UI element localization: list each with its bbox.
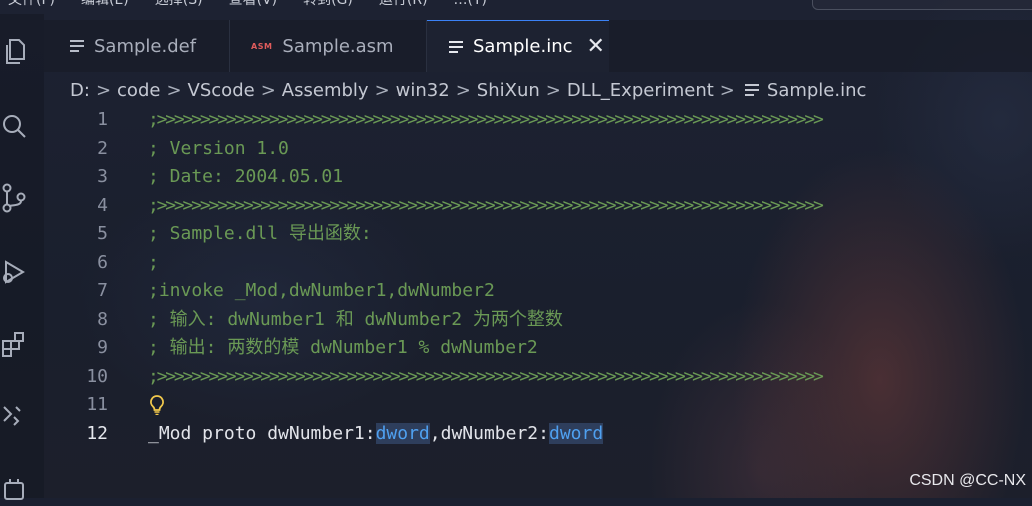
run-debug-icon[interactable] <box>0 254 28 290</box>
code-token: _Mod proto dwNumber1: <box>148 422 376 444</box>
breadcrumb: D: > code > VScode > Assembly > win32 > … <box>70 76 866 104</box>
line-number: 3 <box>97 166 108 187</box>
line-number: 1 <box>97 109 108 130</box>
tab-sample-def[interactable]: Sample.def <box>44 20 230 72</box>
comment-text: ; Sample.dll 导出函数: <box>148 223 372 244</box>
line-number: 9 <box>97 337 108 358</box>
source-control-icon[interactable] <box>0 180 28 216</box>
code-line[interactable]: 6 ; <box>44 249 1032 277</box>
breadcrumb-item[interactable]: VScode <box>188 80 255 101</box>
comment-text: ; 输出: 两数的模 dwNumber1 % dwNumber2 <box>148 337 538 358</box>
extensions-icon[interactable] <box>0 326 28 362</box>
code-line[interactable]: 1 ;>>>>>>>>>>>>>>>>>>>>>>>>>>>>>>>>>>>>>… <box>44 106 1032 134</box>
account-icon[interactable] <box>0 470 28 506</box>
menu-item[interactable]: 运行(R) <box>379 0 428 14</box>
menu-item[interactable]: …(T) <box>454 0 487 14</box>
menu-item[interactable]: 查看(V) <box>229 0 278 14</box>
close-icon[interactable]: ✕ <box>587 35 605 58</box>
breadcrumb-item[interactable]: Assembly <box>282 80 369 101</box>
tab-sample-asm[interactable]: ASM Sample.asm <box>231 20 427 72</box>
line-number: 12 <box>86 422 108 444</box>
code-line[interactable]: 8 ; 输入: dwNumber1 和 dwNumber2 为两个整数 <box>44 306 1032 334</box>
code-line[interactable]: 4 ;>>>>>>>>>>>>>>>>>>>>>>>>>>>>>>>>>>>>>… <box>44 192 1032 220</box>
line-number: 5 <box>97 223 108 244</box>
asm-file-icon: ASM <box>251 41 273 51</box>
code-line[interactable]: 3 ; Date: 2004.05.01 <box>44 163 1032 191</box>
line-number: 8 <box>97 308 108 330</box>
code-editor[interactable]: 1 ;>>>>>>>>>>>>>>>>>>>>>>>>>>>>>>>>>>>>>… <box>44 106 1032 498</box>
code-text: _Mod proto dwNumber1:dword,dwNumber2:dwo… <box>148 420 604 448</box>
chevron-right-icon: > <box>260 79 276 101</box>
command-center[interactable] <box>812 0 1032 10</box>
tab-label: Sample.def <box>94 35 197 57</box>
menu-item[interactable]: 文件(F) <box>8 0 55 14</box>
activity-bar <box>0 14 44 500</box>
tab-sample-inc[interactable]: Sample.inc ✕ <box>427 20 609 72</box>
breadcrumb-item[interactable]: code <box>117 80 160 101</box>
code-line[interactable]: 9 ; 输出: 两数的模 dwNumber1 % dwNumber2 <box>44 334 1032 362</box>
lines-file-icon <box>449 40 463 53</box>
code-line[interactable]: 2 ; Version 1.0 <box>44 135 1032 163</box>
code-line-active[interactable]: 12 _Mod proto dwNumber1:dword,dwNumber2:… <box>44 420 1032 448</box>
line-number: 11 <box>86 394 108 415</box>
comment-text: ;>>>>>>>>>>>>>>>>>>>>>>>>>>>>>>>>>>>>>>>… <box>148 365 824 387</box>
line-number: 4 <box>97 194 108 216</box>
code-line[interactable]: 11 <box>44 391 1032 419</box>
line-number: 2 <box>97 137 108 159</box>
line-number: 7 <box>97 280 108 301</box>
watermark: CSDN @CC-NX <box>909 472 1026 489</box>
chevron-right-icon: > <box>166 79 182 101</box>
menu-item[interactable]: 转到(G) <box>303 0 353 14</box>
breadcrumb-item[interactable]: D: <box>70 80 90 101</box>
line-number: 10 <box>86 365 108 387</box>
line-number: 6 <box>97 251 108 273</box>
tab-label: Sample.inc <box>473 36 573 57</box>
comment-text: ; 输入: dwNumber1 和 dwNumber2 为两个整数 <box>148 308 563 330</box>
breadcrumb-item[interactable]: win32 <box>396 80 450 101</box>
code-line[interactable]: 7 ;invoke _Mod,dwNumber1,dwNumber2 <box>44 277 1032 305</box>
chevron-right-icon: > <box>545 79 561 101</box>
chevron-right-icon: > <box>95 79 112 101</box>
search-icon[interactable] <box>0 108 28 144</box>
menu-bar: 文件(F) 编辑(E) 选择(S) 查看(V) 转到(G) 运行(R) …(T) <box>0 0 1032 14</box>
comment-text: ; Date: 2004.05.01 <box>148 166 344 187</box>
breadcrumb-item[interactable]: DLL_Experiment <box>567 80 714 101</box>
code-line[interactable]: 10 ;>>>>>>>>>>>>>>>>>>>>>>>>>>>>>>>>>>>>… <box>44 363 1032 391</box>
comment-text: ;invoke _Mod,dwNumber1,dwNumber2 <box>148 280 495 301</box>
chevron-right-icon: > <box>455 79 471 101</box>
tab-label: Sample.asm <box>282 35 394 57</box>
breadcrumb-item[interactable]: ShiXun <box>477 80 540 101</box>
comment-text: ; Version 1.0 <box>148 137 289 159</box>
comment-text: ;>>>>>>>>>>>>>>>>>>>>>>>>>>>>>>>>>>>>>>>… <box>148 194 824 216</box>
menu-item[interactable]: 选择(S) <box>155 0 203 14</box>
keyword-token: dword <box>548 422 604 444</box>
explorer-icon[interactable] <box>0 34 28 70</box>
keyword-token: dword <box>375 422 430 444</box>
lines-file-icon <box>70 40 84 52</box>
code-token: ,dwNumber2: <box>429 422 549 444</box>
menu-item[interactable]: 编辑(E) <box>81 0 129 14</box>
remote-explorer-icon[interactable] <box>0 398 28 434</box>
breadcrumb-file[interactable]: Sample.inc <box>767 80 867 101</box>
comment-text: ; <box>148 251 159 273</box>
comment-text: ;>>>>>>>>>>>>>>>>>>>>>>>>>>>>>>>>>>>>>>>… <box>148 109 824 130</box>
lines-file-icon <box>744 84 759 96</box>
editor-tab-bar: Sample.def ASM Sample.asm Sample.inc ✕ <box>44 20 1032 72</box>
chevron-right-icon: > <box>719 79 735 101</box>
chevron-right-icon: > <box>374 79 390 101</box>
code-line[interactable]: 5 ; Sample.dll 导出函数: <box>44 220 1032 248</box>
